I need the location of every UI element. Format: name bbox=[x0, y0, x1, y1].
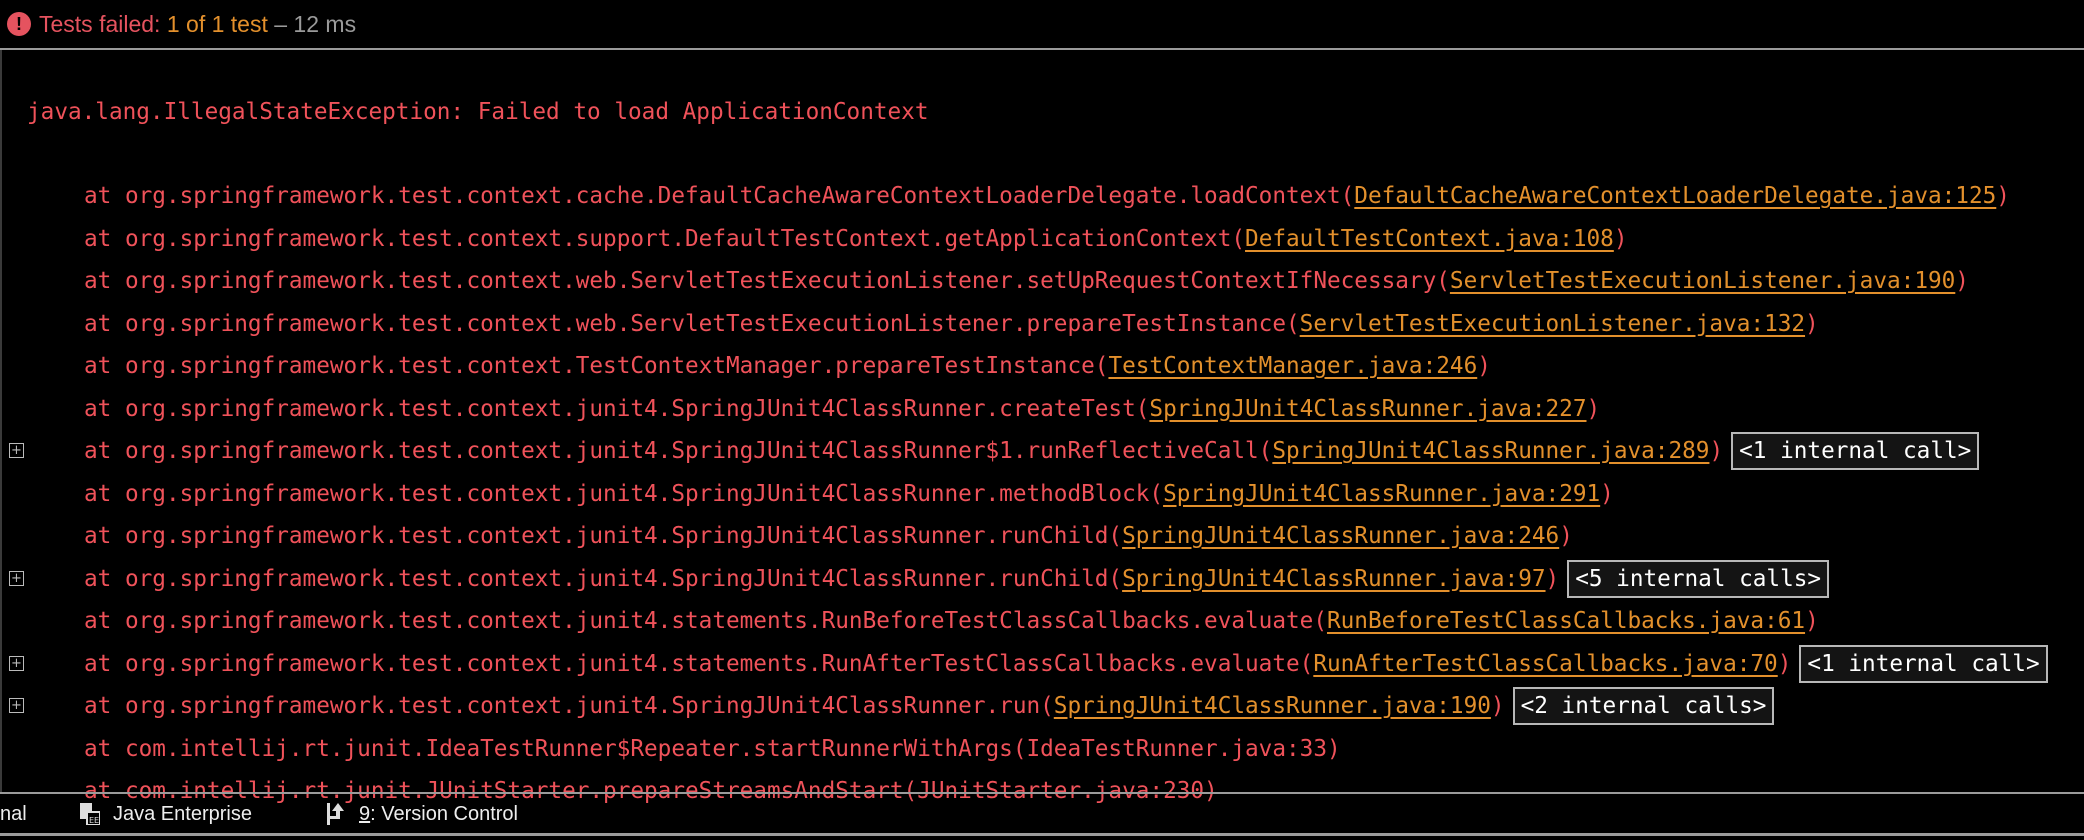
close-paren: ) bbox=[1709, 438, 1724, 464]
expand-icon[interactable]: + bbox=[9, 570, 24, 586]
source-link[interactable]: SpringJUnit4ClassRunner.java:227 bbox=[1149, 396, 1586, 422]
frame-method: at org.springframework.test.context.Test… bbox=[84, 353, 1109, 379]
source-link[interactable]: SpringJUnit4ClassRunner.java:291 bbox=[1163, 481, 1600, 507]
close-paren: ) bbox=[1613, 225, 1628, 252]
source-link[interactable]: DefaultTestContext.java:108 bbox=[1245, 226, 1614, 252]
java-enterprise-icon: EE bbox=[80, 803, 101, 826]
source-link[interactable]: SpringJUnit4ClassRunner.java:289 bbox=[1272, 438, 1709, 464]
frame-text: at org.springframework.test.context.juni… bbox=[84, 432, 1980, 470]
close-paren: ) bbox=[1805, 310, 1819, 337]
stack-frame: at org.springframework.test.context.cach… bbox=[2, 176, 2084, 216]
close-paren: ) bbox=[1559, 523, 1573, 549]
failed-count: 1 of 1 test bbox=[166, 10, 268, 37]
frame-text: at org.springframework.test.context.juni… bbox=[84, 559, 1830, 598]
error-icon: ! bbox=[7, 12, 31, 36]
expand-icon[interactable]: + bbox=[9, 698, 24, 713]
frame-text: at org.springframework.test.context.juni… bbox=[84, 481, 1614, 507]
source-link[interactable]: RunBeforeTestClassCallbacks.java:61 bbox=[1327, 608, 1805, 634]
frame-method: at org.springframework.test.context.web.… bbox=[84, 310, 1300, 337]
frame-text: at org.springframework.test.context.web.… bbox=[84, 311, 1819, 337]
frame-text: at org.springframework.test.context.web.… bbox=[84, 268, 1969, 294]
frame-method: at org.springframework.test.context.juni… bbox=[84, 480, 1164, 507]
close-paren: ) bbox=[1955, 268, 1969, 294]
version-control-icon bbox=[327, 803, 347, 825]
test-status-header: ! Tests failed: 1 of 1 test – 12 ms bbox=[0, 0, 2084, 50]
stack-frame: at com.intellij.rt.junit.IdeaTestRunner$… bbox=[2, 729, 2084, 769]
expand-icon[interactable]: + bbox=[9, 655, 24, 671]
stack-frame: at org.springframework.test.context.supp… bbox=[2, 219, 2084, 259]
close-paren: ) bbox=[1600, 480, 1614, 507]
frame-text: at org.springframework.test.context.juni… bbox=[84, 396, 1600, 422]
frame-text: at org.springframework.test.context.juni… bbox=[84, 687, 1775, 725]
internal-calls-badge[interactable]: <2 internal calls> bbox=[1512, 687, 1775, 725]
stack-frame: at org.springframework.test.context.juni… bbox=[2, 474, 2084, 514]
frame-method: at org.springframework.test.context.cach… bbox=[84, 183, 1355, 209]
svg-text:EE: EE bbox=[89, 816, 99, 825]
frame-method: at org.springframework.test.context.web.… bbox=[84, 268, 1450, 294]
frame-method: at org.springframework.test.context.juni… bbox=[84, 438, 1273, 464]
frame-text: at org.springframework.test.context.juni… bbox=[84, 608, 1819, 634]
bottom-tool-bar: nal EE Java Enterprise 9: Version Contro… bbox=[0, 792, 2084, 836]
source-link[interactable]: ServletTestExecutionListener.java:190 bbox=[1450, 268, 1955, 294]
frame-text: at org.springframework.test.context.cach… bbox=[84, 183, 2010, 209]
stack-frame: at org.springframework.test.context.juni… bbox=[2, 601, 2084, 641]
stack-frame: at org.springframework.test.context.web.… bbox=[2, 304, 2084, 344]
status-prefix: Tests failed: bbox=[39, 10, 167, 37]
source-link[interactable]: SpringJUnit4ClassRunner.java:246 bbox=[1122, 523, 1559, 549]
source-link[interactable]: ServletTestExecutionListener.java:132 bbox=[1300, 311, 1805, 337]
source-link[interactable]: RunAfterTestClassCallbacks.java:70 bbox=[1313, 651, 1777, 677]
frame-method: at org.springframework.test.context.juni… bbox=[84, 608, 1327, 634]
close-paren: ) bbox=[1805, 608, 1819, 634]
console-output: java.lang.IllegalStateException: Failed … bbox=[0, 50, 2084, 804]
source-link[interactable]: TestContextManager.java:246 bbox=[1108, 353, 1477, 379]
internal-calls-badge[interactable]: <1 internal call> bbox=[1799, 644, 2048, 683]
stack-frame: + at org.springframework.test.context.jun… bbox=[2, 686, 2084, 726]
frame-text: at com.intellij.rt.junit.IdeaTestRunner$… bbox=[84, 736, 1341, 762]
exception-message: java.lang.IllegalStateException: Failed … bbox=[27, 99, 929, 125]
close-paren: ) bbox=[1490, 693, 1505, 719]
frame-method: at org.springframework.test.context.juni… bbox=[84, 395, 1150, 422]
frame-method: at org.springframework.test.context.juni… bbox=[84, 565, 1123, 592]
stack-frame: + at org.springframework.test.context.jun… bbox=[2, 644, 2084, 684]
frame-method: at org.springframework.test.context.juni… bbox=[84, 693, 1054, 719]
stack-frame: at org.springframework.test.context.juni… bbox=[2, 389, 2084, 429]
stack-frame: + at org.springframework.test.context.jun… bbox=[2, 431, 2084, 471]
stack-frame: at org.springframework.test.context.web.… bbox=[2, 261, 2084, 301]
frame-text: at org.springframework.test.context.supp… bbox=[84, 226, 1628, 252]
source-link[interactable]: SpringJUnit4ClassRunner.java:190 bbox=[1054, 693, 1491, 719]
tool-tab-terminal[interactable]: nal bbox=[0, 803, 27, 826]
close-paren: ) bbox=[1586, 395, 1601, 422]
expand-icon[interactable]: + bbox=[9, 443, 24, 458]
frame-method: at org.springframework.test.context.juni… bbox=[84, 523, 1123, 549]
frame-method: at org.springframework.test.context.juni… bbox=[84, 650, 1314, 677]
source-link[interactable]: DefaultCacheAwareContextLoaderDelegate.j… bbox=[1354, 183, 1996, 209]
source-link[interactable]: SpringJUnit4ClassRunner.java:97 bbox=[1122, 566, 1545, 592]
close-paren: ) bbox=[1477, 353, 1491, 379]
internal-calls-badge[interactable]: <5 internal calls> bbox=[1567, 559, 1830, 598]
close-paren: ) bbox=[1777, 650, 1792, 677]
frame-method: at com.intellij.rt.junit.IdeaTestRunner$… bbox=[84, 735, 1341, 762]
stack-frame: at org.springframework.test.context.Test… bbox=[2, 346, 2084, 386]
vc-mnemonic: 9 bbox=[359, 803, 371, 825]
duration: – 12 ms bbox=[267, 10, 357, 37]
frame-text: at org.springframework.test.context.juni… bbox=[84, 644, 2048, 683]
vc-label: : Version Control bbox=[370, 803, 518, 825]
tool-tab-java-enterprise[interactable]: Java Enterprise bbox=[113, 803, 252, 826]
frame-method: at org.springframework.test.context.supp… bbox=[84, 225, 1246, 252]
close-paren: ) bbox=[1545, 565, 1560, 592]
frame-text: at org.springframework.test.context.Test… bbox=[84, 353, 1491, 379]
stack-frame: + at org.springframework.test.context.jun… bbox=[2, 559, 2084, 599]
tool-tab-version-control[interactable]: 9: Version Control bbox=[359, 803, 518, 826]
frame-text: at org.springframework.test.context.juni… bbox=[84, 523, 1573, 549]
internal-calls-badge[interactable]: <1 internal call> bbox=[1731, 432, 1980, 470]
close-paren: ) bbox=[1996, 183, 2010, 209]
stack-frame: at org.springframework.test.context.juni… bbox=[2, 516, 2084, 556]
